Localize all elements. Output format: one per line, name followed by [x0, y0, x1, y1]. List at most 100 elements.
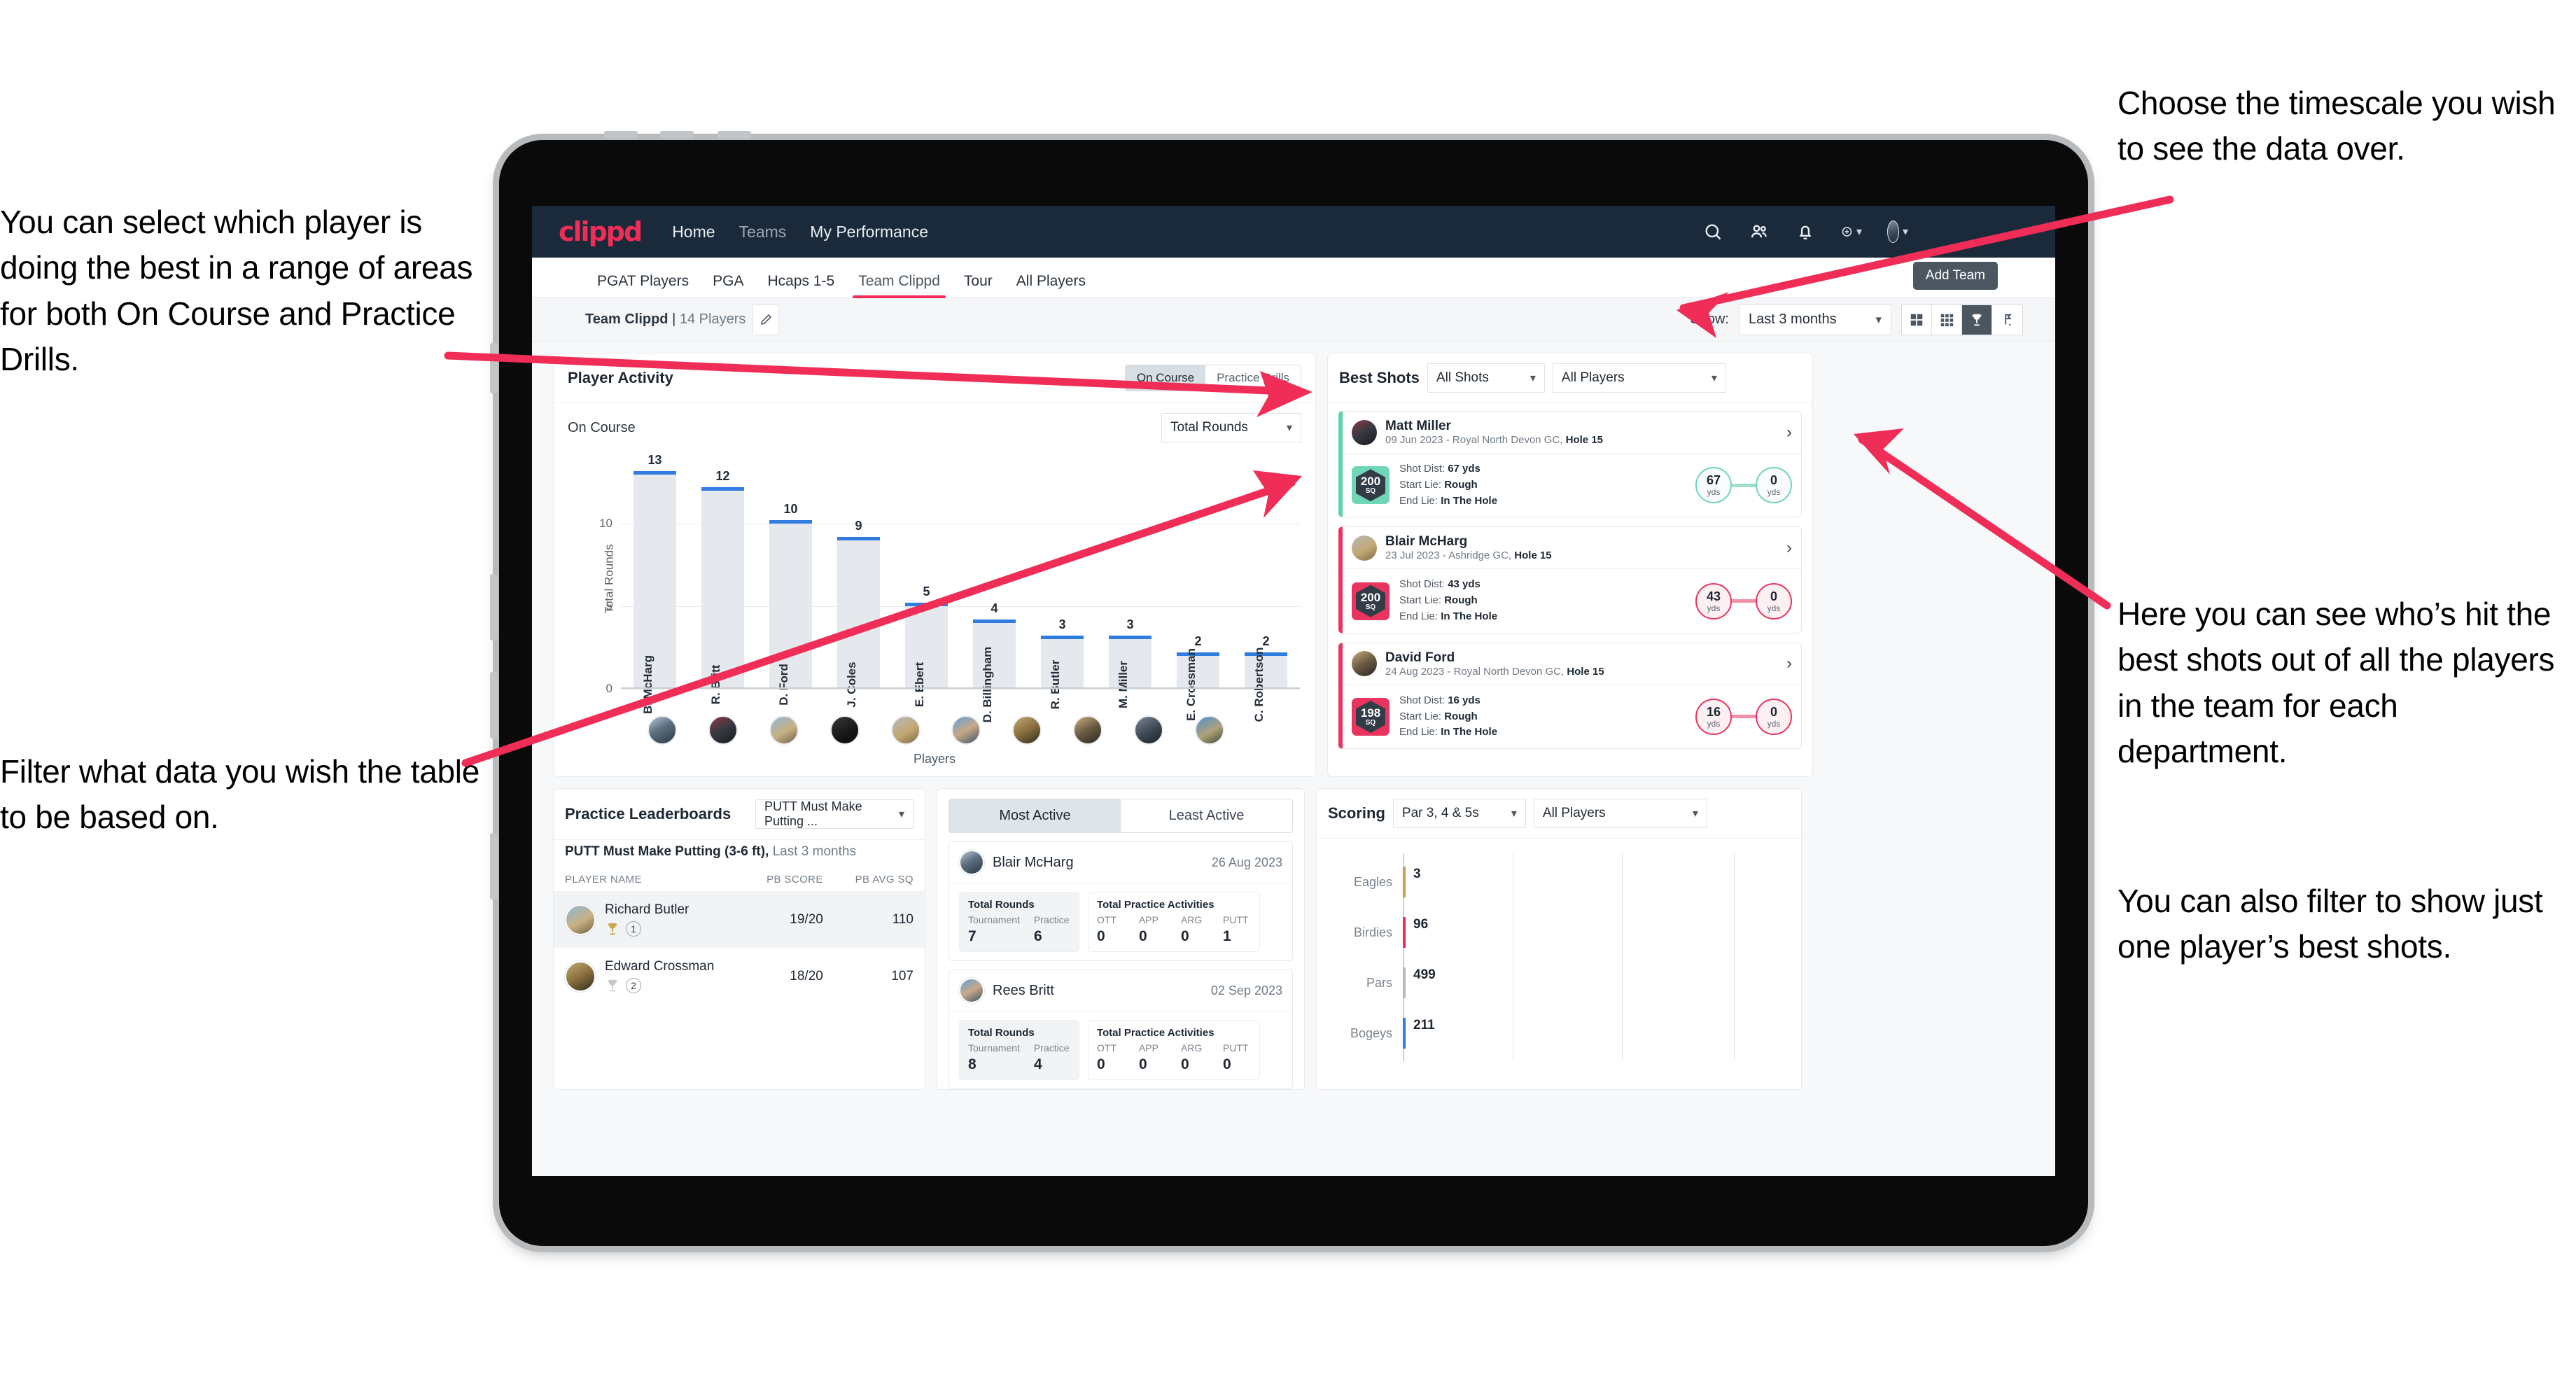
table-row[interactable]: Richard Butler 1 19/20 110: [554, 891, 925, 948]
tab-pgat-players[interactable]: PGAT Players: [585, 273, 701, 298]
scoring-value-label: 3: [1413, 867, 1421, 881]
practice-metric-value: 0: [1180, 928, 1189, 944]
chevron-down-icon[interactable]: ▾: [1903, 225, 1908, 239]
bar-column[interactable]: 12 R. Britt: [689, 458, 757, 704]
sq-value: 198: [1360, 706, 1381, 720]
practice-metric-value: 0: [1096, 928, 1105, 944]
search-icon[interactable]: [1702, 221, 1723, 242]
activity-card-header: Blair McHarg 26 Aug 2023: [949, 842, 1292, 883]
rounds-metric-value: 4: [1033, 1056, 1042, 1072]
activity-date: 26 Aug 2023: [1211, 855, 1282, 869]
player-avatar[interactable]: [1194, 715, 1224, 745]
bar-column[interactable]: 4 D. Billingham: [960, 458, 1028, 722]
tab-hcaps-1-5[interactable]: Hcaps 1-5: [755, 273, 846, 298]
tab-tour[interactable]: Tour: [952, 273, 1004, 298]
total-rounds-values: Tournament 8 Practice 4: [968, 1042, 1070, 1073]
player-avatar[interactable]: [890, 715, 920, 745]
bar-column[interactable]: 13 B. McHarg: [621, 453, 689, 714]
tab-most-active[interactable]: Most Active: [949, 799, 1121, 832]
table-row[interactable]: Edward Crossman 2 18/20 107: [554, 948, 925, 1004]
bar-group: 13 B. McHarg 12 R. Britt 10 D. Ford 9 J. Coles 5…: [621, 453, 1300, 722]
toolbar-right-group: Show: Last 3 months ▾: [1690, 304, 2023, 335]
edit-team-button[interactable]: [752, 304, 780, 335]
bar-column[interactable]: 9 J. Coles: [825, 458, 892, 708]
practice-metric-value: 0: [1180, 1056, 1189, 1072]
chevron-down-icon: ▾: [898, 808, 904, 820]
rounds-metric-label: Tournament: [968, 1042, 1020, 1054]
player-avatar[interactable]: [951, 715, 981, 745]
bar-column[interactable]: 3 R. Butler: [1028, 458, 1096, 709]
practice-metric-value: 0: [1138, 928, 1147, 944]
view-toggle-grid-3x3[interactable]: [1932, 304, 1962, 335]
player-avatar[interactable]: [648, 715, 678, 745]
tab-all-players[interactable]: All Players: [1004, 273, 1098, 298]
shot-distance-diagram: 67 yds 0 yds: [1695, 467, 1792, 504]
best-shot-meta: 23 Jul 2023 - Ashridge GC, Hole 15: [1385, 550, 1552, 562]
practice-metric: APP 0: [1139, 1042, 1167, 1073]
bar-column[interactable]: 3 M. Miller: [1096, 458, 1164, 708]
player-activity-metric-select[interactable]: Total Rounds ▾: [1161, 413, 1301, 442]
best-shots-player-filter[interactable]: All Players ▾: [1552, 363, 1726, 393]
plus-circle-icon[interactable]: ▾: [1841, 221, 1862, 242]
rounds-metric: Tournament 8: [968, 1042, 1020, 1073]
activity-card-item[interactable]: Blair McHarg 26 Aug 2023 Total Rounds Tourn…: [948, 841, 1293, 961]
shot-quality-badge: 198 SQ: [1352, 697, 1390, 736]
scoring-par-filter[interactable]: Par 3, 4 & 5s ▾: [1392, 799, 1526, 828]
drill-select-value: PUTT Must Make Putting ...: [764, 799, 862, 828]
practice-drill-select[interactable]: PUTT Must Make Putting ... ▾: [755, 799, 913, 829]
bar-category-label: J. Coles: [844, 662, 858, 708]
chevron-right-icon[interactable]: ›: [1786, 538, 1792, 558]
player-avatar[interactable]: [830, 715, 860, 745]
chevron-right-icon[interactable]: ›: [1786, 654, 1792, 673]
scoring-gridline: [1621, 854, 1623, 1061]
view-toggle-group: [1901, 304, 2023, 335]
nav-link-home[interactable]: Home: [672, 223, 715, 241]
player-avatar[interactable]: [769, 715, 799, 745]
start-lie-line: Start Lie: Rough: [1399, 710, 1478, 722]
player-activity-card: Player Activity On Course Practice Drill…: [553, 353, 1316, 777]
avatar: [565, 960, 596, 992]
best-shots-shot-filter[interactable]: All Shots ▾: [1427, 363, 1545, 393]
nav-link-teams[interactable]: Teams: [739, 223, 787, 241]
player-avatar[interactable]: [1012, 715, 1042, 745]
bar-column[interactable]: 10 D. Ford: [757, 458, 825, 706]
shot-distance-line: Shot Dist: 67 yds: [1399, 463, 1480, 475]
top-navbar: clippd Home Teams My Performance ▾ ▾: [532, 206, 2055, 258]
view-toggle-trophy[interactable]: [1962, 304, 1992, 335]
activity-card-item[interactable]: Rees Britt 02 Sep 2023 Total Rounds Tournam…: [948, 969, 1293, 1089]
rank-number: 2: [626, 978, 641, 993]
tab-team-clippd[interactable]: Team Clippd: [846, 273, 952, 298]
bar-column[interactable]: 2 C. Robertson: [1232, 458, 1300, 722]
best-shot-card[interactable]: Matt Miller 09 Jun 2023 - Royal North Dev…: [1338, 411, 1802, 518]
chart-x-axis: [621, 687, 1300, 689]
best-shot-hole: Hole 15: [1565, 434, 1603, 446]
player-avatar[interactable]: [1072, 715, 1102, 745]
tab-pga[interactable]: PGA: [701, 273, 755, 298]
total-practice-title: Total Practice Activities: [1096, 1027, 1214, 1039]
segment-practice-drills[interactable]: Practice Drills: [1205, 365, 1301, 391]
scoring-player-filter[interactable]: All Players ▾: [1533, 799, 1707, 828]
chevron-down-icon[interactable]: ▾: [1856, 225, 1862, 239]
player-avatar[interactable]: [1133, 715, 1163, 745]
people-icon[interactable]: [1749, 221, 1770, 242]
rounds-metric: Practice 4: [1034, 1042, 1070, 1073]
bar-column[interactable]: 2 E. Crossman: [1164, 458, 1232, 721]
bar-column[interactable]: 5 E. Ebert: [892, 458, 960, 707]
segment-on-course[interactable]: On Course: [1125, 365, 1206, 391]
tab-least-active[interactable]: Least Active: [1121, 799, 1292, 832]
best-shot-card[interactable]: David Ford 24 Aug 2023 - Royal North Devo…: [1338, 642, 1802, 750]
view-toggle-grid-2x2[interactable]: [1902, 304, 1932, 335]
nav-link-my-performance[interactable]: My Performance: [810, 223, 928, 241]
player-avatar[interactable]: [708, 715, 738, 745]
avatar: [959, 850, 984, 875]
team-player-count: 14 Players: [679, 312, 746, 327]
bell-icon[interactable]: [1795, 221, 1816, 242]
view-toggle-golf-flag[interactable]: [1992, 305, 2022, 335]
activity-list: Blair McHarg 26 Aug 2023 Total Rounds Tourn…: [937, 841, 1304, 1089]
activity-player-name: Rees Britt: [993, 982, 1054, 998]
clippd-logo[interactable]: clippd: [559, 216, 643, 247]
timescale-select[interactable]: Last 3 months ▾: [1739, 304, 1891, 335]
best-shot-card[interactable]: Blair McHarg 23 Jul 2023 - Ashridge GC, H…: [1338, 526, 1802, 634]
chevron-right-icon[interactable]: ›: [1786, 423, 1792, 442]
avatar[interactable]: ▾: [1887, 220, 1908, 243]
